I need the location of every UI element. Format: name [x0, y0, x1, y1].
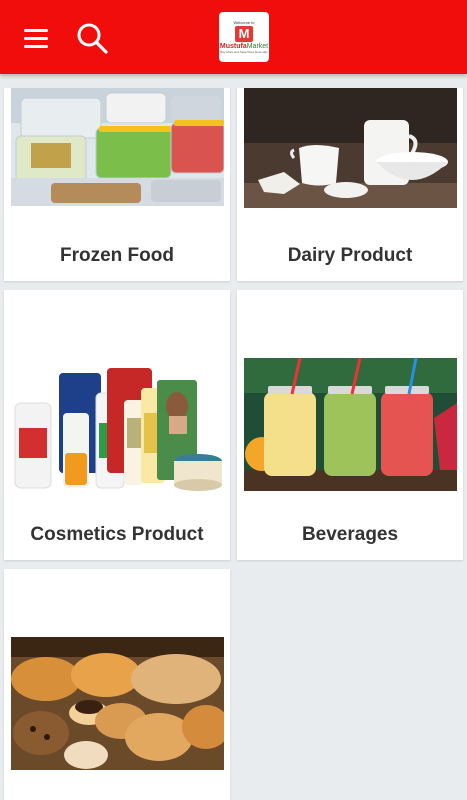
search-icon[interactable]: [74, 20, 110, 56]
category-card-frozen-food[interactable]: Frozen Food: [4, 88, 230, 281]
category-label: Beverages: [301, 524, 399, 545]
dairy-products-image: [244, 88, 457, 208]
logo-tagline-bottom: Buy More and Save More Everyday: [220, 49, 268, 54]
logo-tagline-top: Welcome to: [233, 19, 255, 25]
bakery-pastries-image: [11, 637, 224, 770]
category-card-cosmetics-product[interactable]: Cosmetics Product: [4, 290, 230, 560]
category-label: Frozen Food: [60, 245, 174, 266]
logo-mark: M: [235, 25, 253, 42]
hamburger-menu-icon[interactable]: [20, 22, 52, 54]
logo-name-part2: Market: [246, 42, 269, 50]
app-logo: Welcome to M MustufaMarket Buy More and …: [219, 12, 269, 62]
app-bar: Welcome to M MustufaMarket Buy More and …: [0, 0, 467, 74]
cosmetics-products-image: [11, 358, 224, 492]
fruit-juices-jars-image: [244, 358, 457, 491]
category-label: Cosmetics Product: [30, 524, 204, 545]
logo-name: MustufaMarket: [220, 43, 268, 50]
logo-name-part1: Mustufa: [219, 42, 247, 50]
category-card-beverages[interactable]: Beverages: [237, 290, 463, 560]
category-label: Dairy Product: [287, 245, 413, 266]
frozen-food-containers-image: [11, 88, 224, 206]
category-card-bakery[interactable]: [4, 569, 230, 800]
category-card-dairy-product[interactable]: Dairy Product: [237, 88, 463, 281]
